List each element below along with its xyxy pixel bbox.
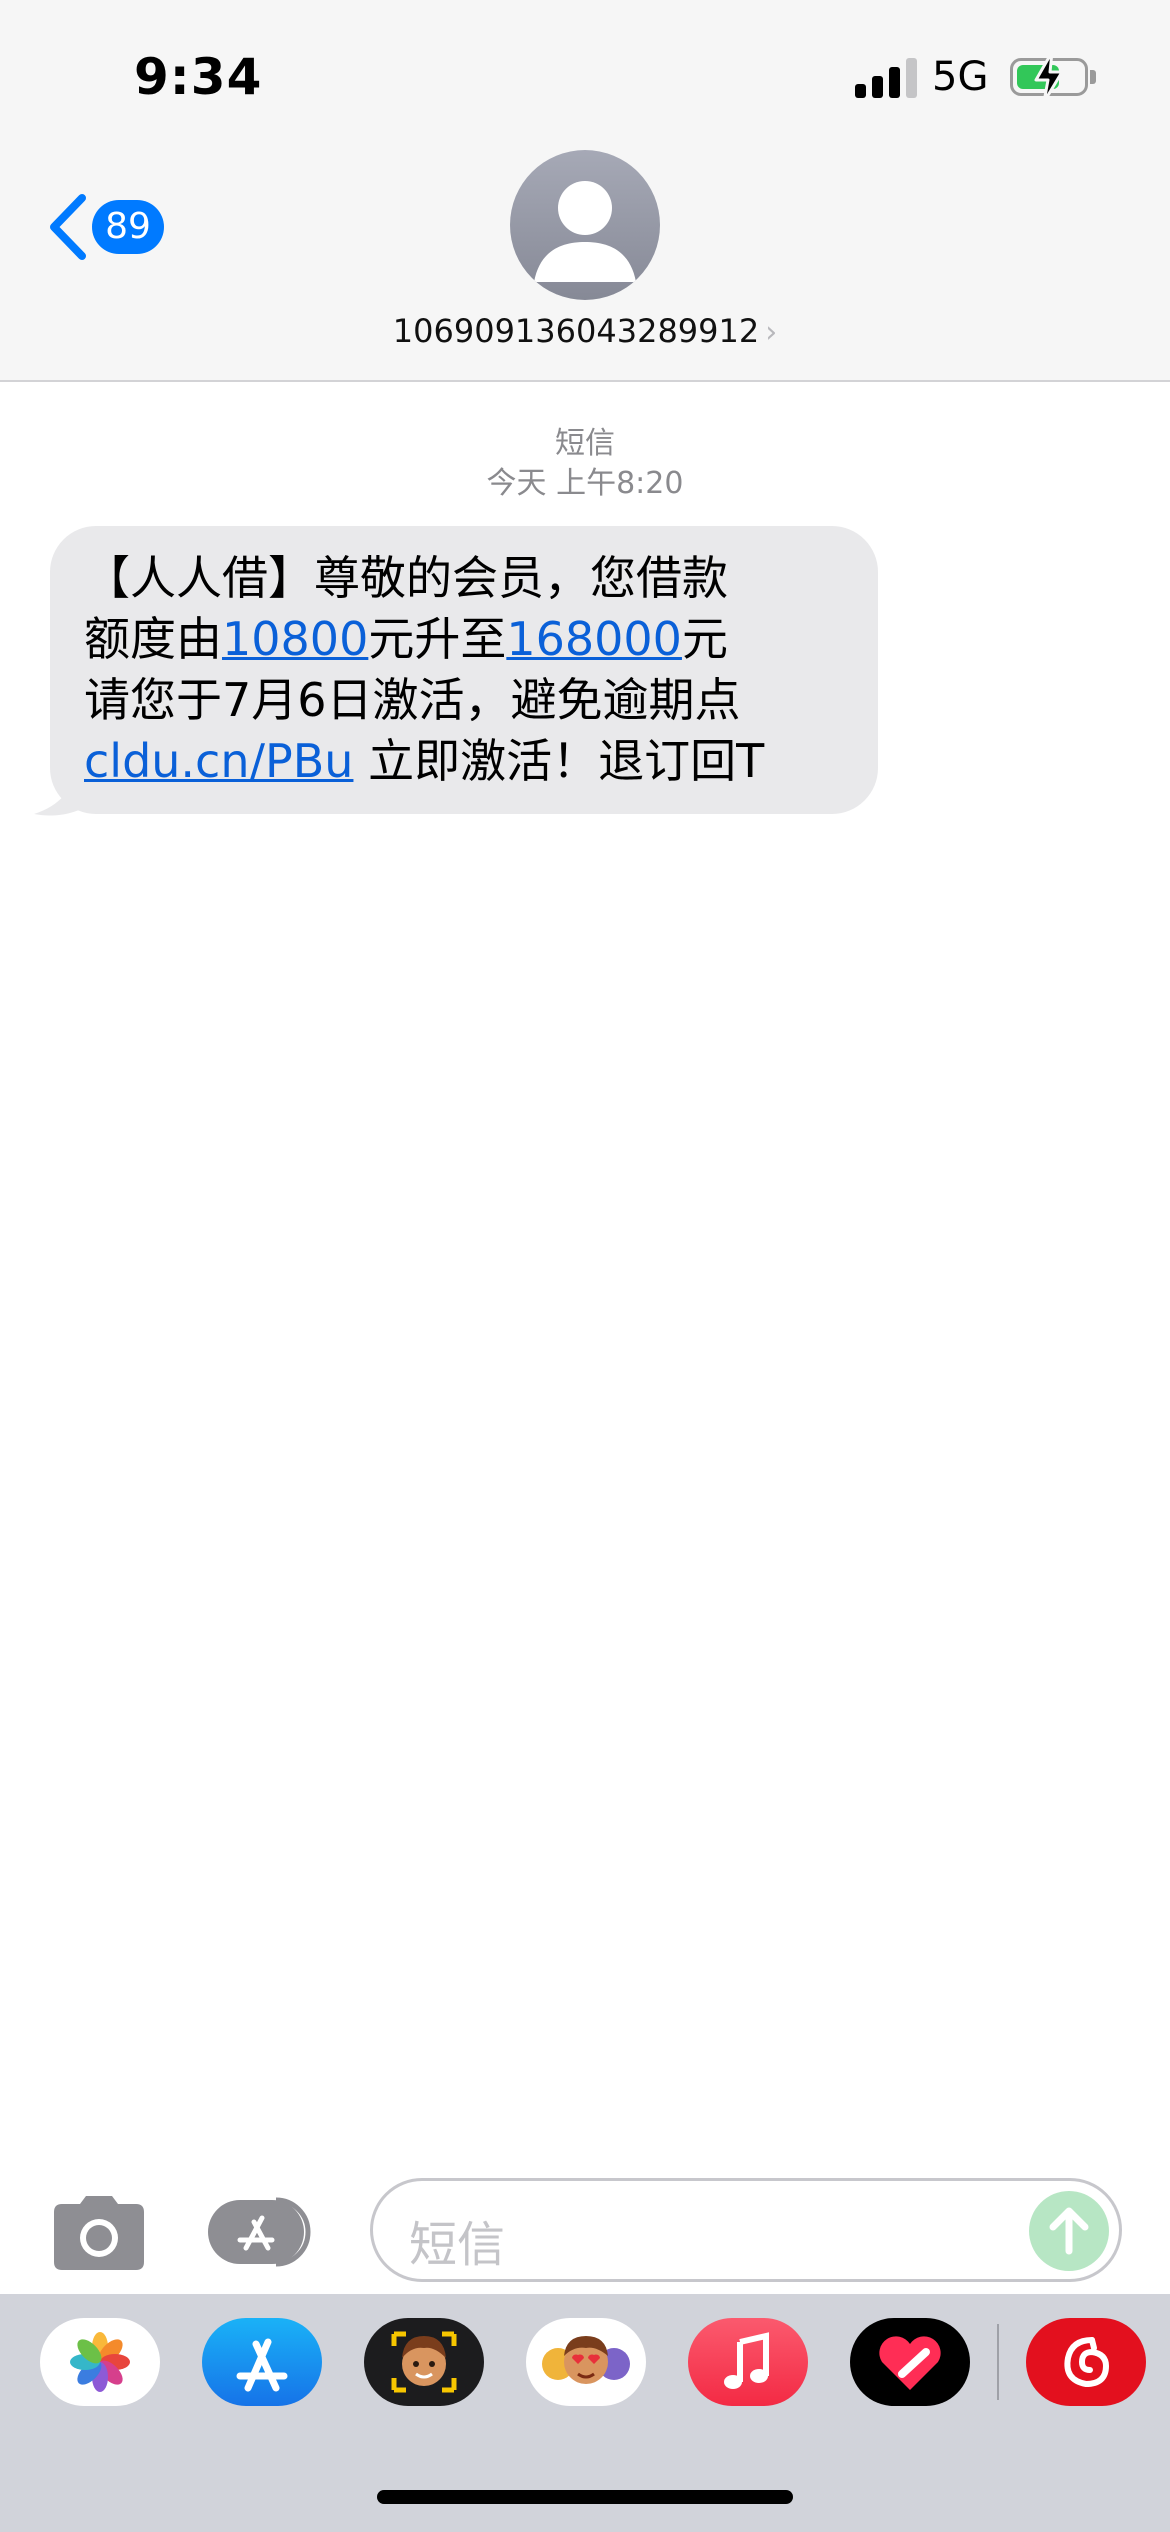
message-line: 【人人借】尊敬的会员，您借款 xyxy=(84,551,728,605)
status-time: 9:34 xyxy=(134,48,263,106)
app-store-icon[interactable] xyxy=(202,2318,322,2406)
number-link[interactable]: 168000 xyxy=(506,612,682,666)
service-label: 短信 xyxy=(555,426,615,461)
fitness-heart-icon[interactable] xyxy=(850,2318,970,2406)
message-text-segment: 立即激活！退订回T xyxy=(353,734,765,788)
message-line: 请您于7月6日激活，避免逾期点 xyxy=(84,673,741,727)
app-store-drawer-icon[interactable] xyxy=(206,2194,320,2270)
person-icon xyxy=(534,181,636,282)
message-line: cldu.cn/PBu 立即激活！退订回T xyxy=(84,731,874,792)
chevron-left-icon xyxy=(50,194,86,260)
chevron-right-icon: › xyxy=(765,315,778,350)
send-button[interactable] xyxy=(1029,2191,1109,2271)
message-input[interactable]: 短信 xyxy=(370,2178,1122,2282)
input-placeholder: 短信 xyxy=(409,2217,506,2273)
charging-bolt-icon xyxy=(1034,50,1064,104)
photos-icon[interactable] xyxy=(40,2318,160,2406)
message-text: 【人人借】尊敬的会员，您借款 额度由10800元升至168000元 请您于7月6… xyxy=(84,548,874,792)
memoji-icon[interactable] xyxy=(364,2318,484,2406)
message-text-segment: 元 xyxy=(681,612,728,666)
memoji-stickers-icon[interactable] xyxy=(526,2318,646,2406)
contact-number: 106909136043289912 xyxy=(392,312,760,350)
back-button[interactable]: 89 xyxy=(44,186,174,266)
battery-cap xyxy=(1090,70,1096,84)
contact-details-button[interactable]: 106909136043289912 › xyxy=(0,312,1170,350)
number-link[interactable]: 10800 xyxy=(222,612,368,666)
conversation-header: 9:34 5G 89 106909136043289912 › xyxy=(0,0,1170,382)
arrow-up-icon xyxy=(1049,2207,1089,2255)
home-indicator[interactable] xyxy=(377,2490,793,2504)
message-text-segment: 额度由 xyxy=(84,612,222,666)
message-timestamp: 今天 上午8:20 xyxy=(486,466,684,501)
music-icon[interactable] xyxy=(688,2318,808,2406)
contact-avatar[interactable] xyxy=(510,150,660,300)
network-type: 5G xyxy=(932,54,989,100)
camera-icon[interactable] xyxy=(52,2196,146,2272)
app-strip-divider xyxy=(997,2324,999,2400)
unread-count-badge: 89 xyxy=(92,200,164,254)
url-link[interactable]: cldu.cn/PBu xyxy=(84,734,353,788)
cellular-signal-icon xyxy=(855,58,917,98)
message-text-segment: 元升至 xyxy=(368,612,507,666)
message-line: 额度由10800元升至168000元 xyxy=(84,609,874,670)
netease-music-icon[interactable] xyxy=(1026,2318,1146,2406)
